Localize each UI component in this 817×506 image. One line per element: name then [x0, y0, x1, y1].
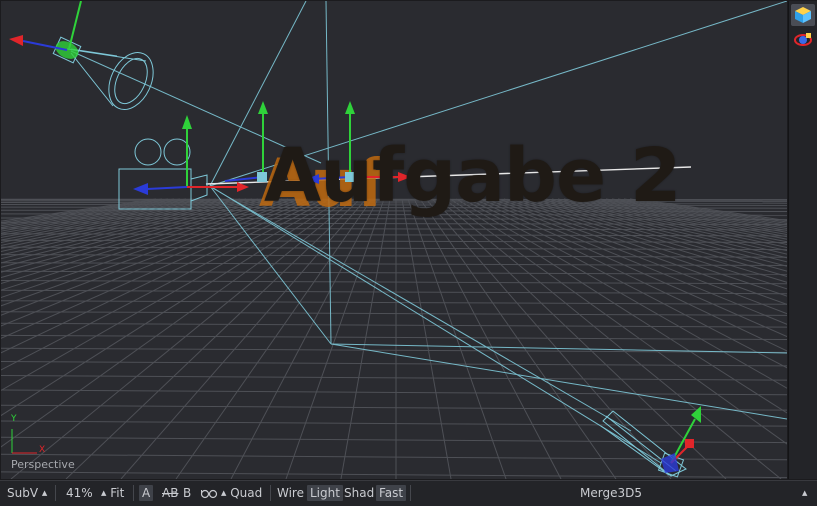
grid-line	[1, 271, 787, 274]
grid-line	[420, 199, 616, 479]
grid-line	[1, 335, 787, 339]
buffer-a-button[interactable]: A	[139, 485, 153, 501]
divider	[270, 485, 271, 501]
grid-line	[1, 323, 787, 327]
divider	[410, 485, 411, 501]
grid-line	[1, 376, 787, 381]
glasses-icon	[200, 485, 218, 501]
axis-tripod	[12, 429, 37, 453]
spotlight-gizmo[interactable]	[9, 1, 81, 62]
right-toolbar	[788, 1, 817, 479]
view-name-label: Perspective	[11, 458, 75, 471]
spotlight-2-gizmo[interactable]	[661, 406, 701, 473]
caret-up-icon: ▲	[42, 489, 47, 497]
node-name-label: Merge3D5	[580, 485, 642, 501]
cube-view-icon	[791, 4, 815, 26]
light-toggle[interactable]: Light	[307, 485, 343, 501]
subview-menu[interactable]: SubV ▲	[7, 485, 47, 501]
caret-up-icon: ▲	[802, 489, 807, 497]
lighting-sphere-button[interactable]	[791, 29, 815, 51]
zoom-level[interactable]: 41%	[66, 485, 93, 501]
ground-grid	[1, 199, 787, 479]
divider	[133, 485, 134, 501]
buffer-ab-button[interactable]: AB	[162, 485, 178, 501]
quad-view-button[interactable]: ▲ Quad	[221, 485, 262, 501]
scene-canvas[interactable]: Auf	[1, 1, 787, 479]
axis-y-label: Y	[11, 414, 17, 424]
wire-toggle[interactable]: Wire	[277, 485, 304, 501]
cube-view-button[interactable]	[791, 4, 815, 26]
grid-line	[1, 437, 787, 442]
caret-up-icon: ▲	[101, 489, 106, 497]
fast-toggle[interactable]: Fast	[376, 485, 406, 501]
viewer-status-bar: SubV ▲ 41% ▲ Fit A AB B ▲ Quad Wire Ligh…	[0, 480, 817, 506]
grid-line	[1, 281, 787, 284]
shad-toggle[interactable]: Shad	[344, 485, 374, 501]
app-window: Auf	[0, 0, 817, 505]
lighting-sphere-icon	[791, 29, 815, 51]
camera-wireframe[interactable]	[119, 139, 207, 209]
3d-viewport[interactable]: Auf	[1, 1, 787, 479]
grid-line	[1, 301, 787, 305]
status-bar-menu-caret[interactable]: ▲	[802, 485, 807, 501]
divider	[55, 485, 56, 501]
grid-line	[1, 405, 787, 410]
grid-line	[414, 199, 561, 479]
axis-x-label: X	[39, 445, 45, 455]
aufgabe-3d-text: Aufgabe 2	[264, 139, 680, 213]
buffer-b-button[interactable]: B	[183, 485, 191, 501]
grid-line	[1, 312, 787, 316]
caret-up-icon: ▲	[221, 489, 226, 497]
stereo-glasses-icon[interactable]	[200, 485, 218, 501]
fit-button[interactable]: ▲ Fit	[101, 485, 124, 501]
grid-line	[408, 199, 506, 479]
